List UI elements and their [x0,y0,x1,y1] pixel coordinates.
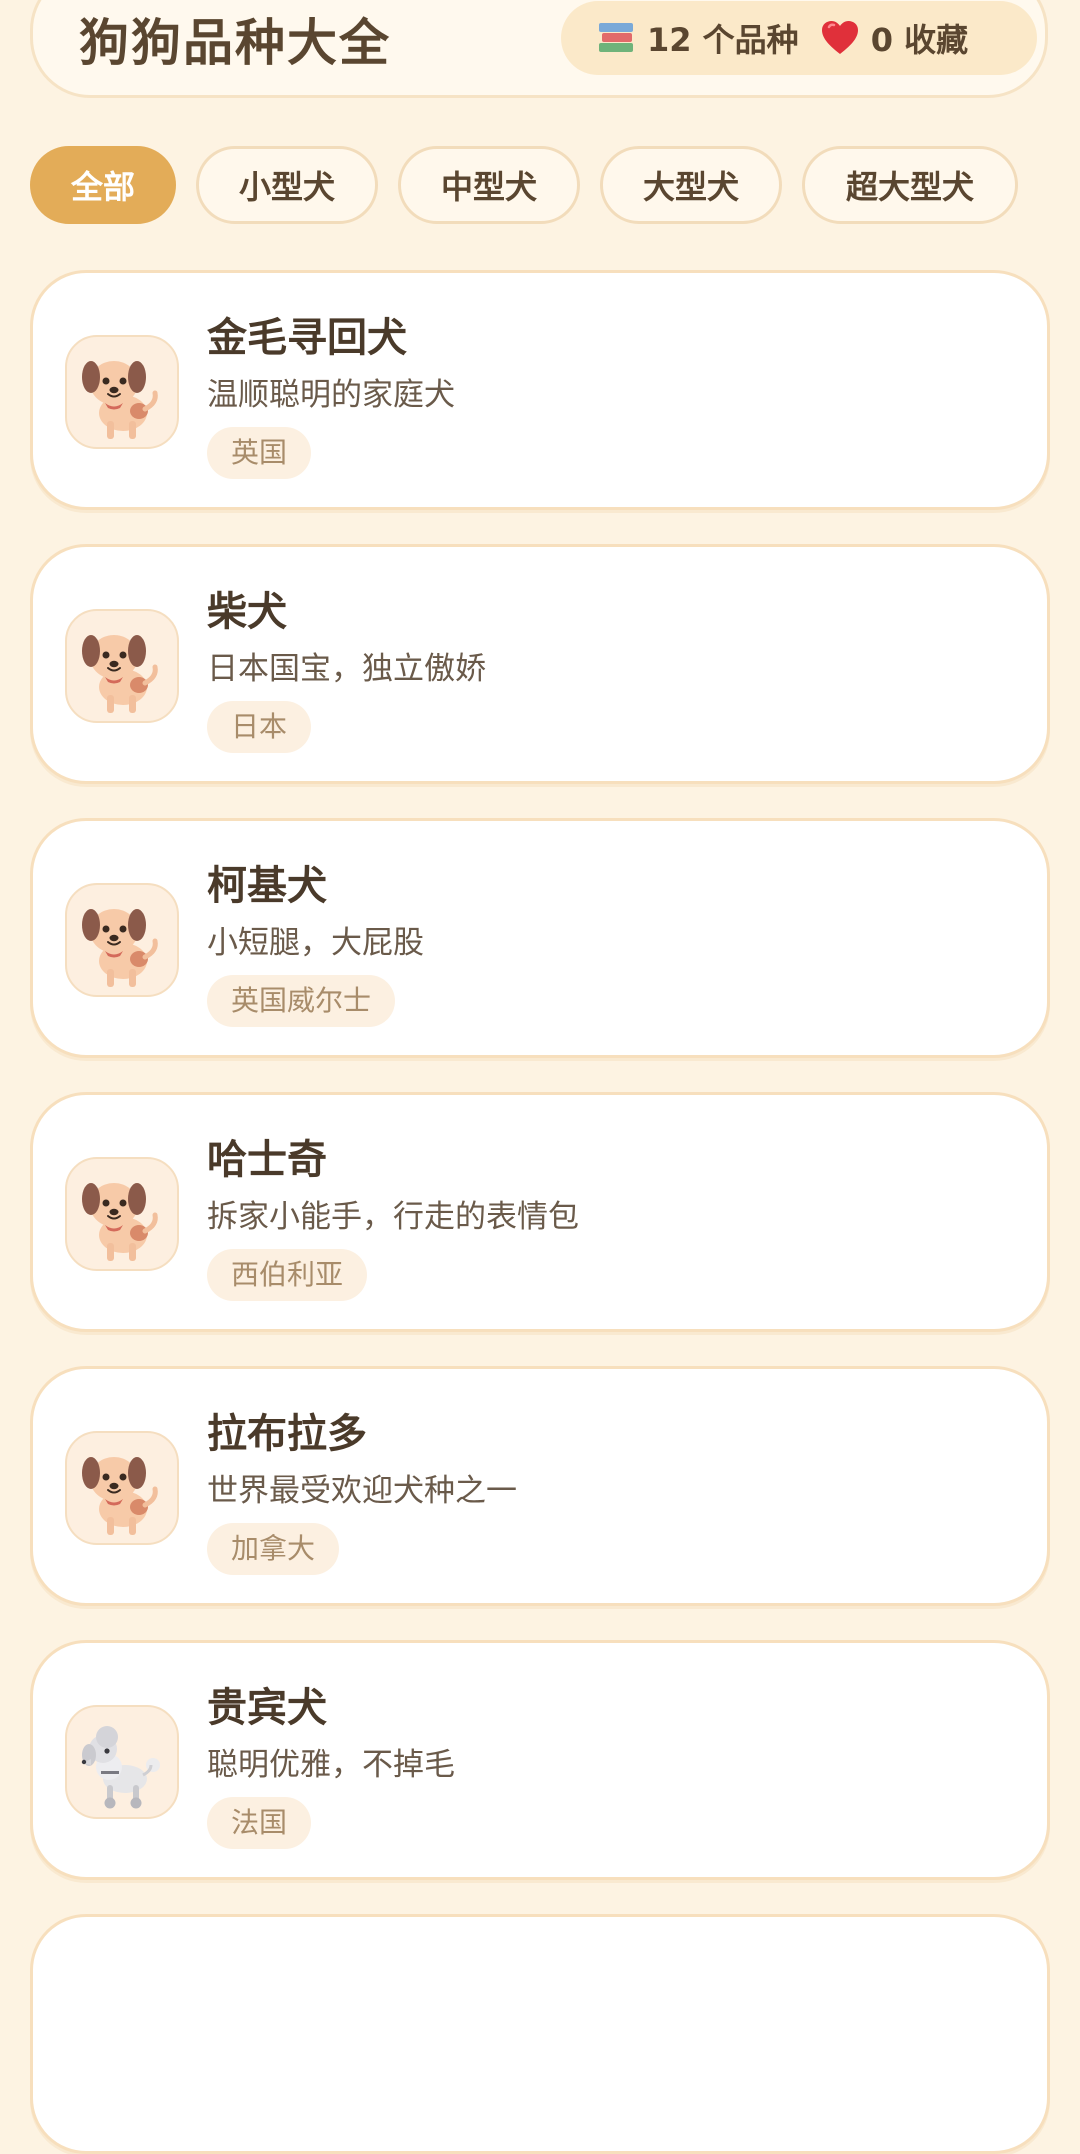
breed-description: 小短腿，大屁股 [207,925,424,961]
breed-card[interactable]: 柴犬 日本国宝，独立傲娇 日本 [30,544,1050,784]
origin-tag: 法国 [207,1797,312,1849]
breed-name: 柯基犬 [207,863,327,909]
origin-tag: 加拿大 [207,1523,340,1575]
size-filter-bar: 全部 小型犬 中型犬 大型犬 超大型犬 [30,146,1018,224]
origin-tag: 日本 [207,701,312,753]
heart-icon [821,20,859,56]
origin-tag: 西伯利亚 [207,1249,368,1301]
dog-icon [65,1431,179,1545]
filter-small[interactable]: 小型犬 [196,146,378,224]
breed-name: 拉布拉多 [207,1411,367,1457]
breed-name: 金毛寻回犬 [207,315,407,361]
filter-large[interactable]: 大型犬 [600,146,782,224]
filter-all[interactable]: 全部 [30,146,176,224]
breed-card-partial[interactable] [30,1914,1050,2154]
filter-medium[interactable]: 中型犬 [398,146,580,224]
breed-description: 世界最受欢迎犬种之一 [207,1473,517,1509]
dog-icon [65,335,179,449]
breed-description: 温顺聪明的家庭犬 [207,377,455,413]
app-header: 狗狗品种大全 12 个品种 0 收藏 [30,0,1048,98]
breed-name: 柴犬 [207,589,287,635]
breed-card[interactable]: 金毛寻回犬 温顺聪明的家庭犬 英国 [30,270,1050,510]
breed-name: 哈士奇 [207,1137,327,1183]
breed-list: 金毛寻回犬 温顺聪明的家庭犬 英国 柴犬 日本国宝，独立傲娇 日本 柯基犬 小短… [30,270,1050,2154]
origin-tag: 英国威尔士 [207,975,396,1027]
favorites-count: 0 收藏 [870,21,969,59]
books-icon [597,19,635,57]
dog-icon [65,609,179,723]
dog-icon [65,1157,179,1271]
dog-icon [65,883,179,997]
breed-description: 日本国宝，独立傲娇 [207,651,486,687]
breed-name: 贵宾犬 [207,1685,327,1731]
breed-card[interactable]: 贵宾犬 聪明优雅，不掉毛 法国 [30,1640,1050,1880]
poodle-icon [65,1705,179,1819]
breed-card[interactable]: 拉布拉多 世界最受欢迎犬种之一 加拿大 [30,1366,1050,1606]
breed-count: 12 个品种 [647,21,799,59]
filter-giant[interactable]: 超大型犬 [802,146,1018,224]
stats-summary: 12 个品种 0 收藏 [561,1,1037,75]
breed-description: 聪明优雅，不掉毛 [207,1747,455,1783]
page-title: 狗狗品种大全 [79,14,391,72]
breed-card[interactable]: 柯基犬 小短腿，大屁股 英国威尔士 [30,818,1050,1058]
origin-tag: 英国 [207,427,312,479]
breed-description: 拆家小能手，行走的表情包 [207,1199,579,1235]
breed-card[interactable]: 哈士奇 拆家小能手，行走的表情包 西伯利亚 [30,1092,1050,1332]
